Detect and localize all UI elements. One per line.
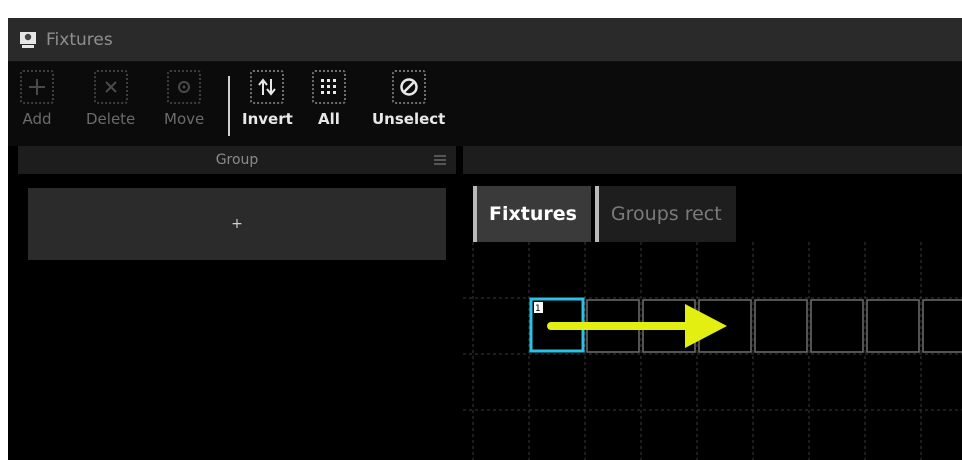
fixture-cell[interactable] [810, 299, 864, 353]
unselect-label: Unselect [372, 110, 446, 128]
plus-icon [20, 70, 54, 104]
fixtures-window: Fixtures Add Delete Move Invert All Unse… [8, 18, 962, 460]
add-label: Add [22, 110, 52, 128]
fixture-icon [18, 30, 38, 50]
all-label: All [318, 110, 340, 128]
invert-label: Invert [242, 110, 293, 128]
delete-button[interactable]: Delete [86, 70, 135, 138]
title-bar: Fixtures [8, 18, 962, 62]
fixture-number: 1 [535, 304, 541, 314]
unselect-icon [391, 70, 426, 104]
all-button[interactable]: All [312, 70, 346, 138]
fixture-cell[interactable] [754, 299, 808, 353]
group-panel: Group + [18, 146, 456, 460]
add-group-button[interactable]: + [28, 188, 446, 260]
invert-button[interactable]: Invert [242, 70, 293, 138]
fixture-view-panel: Fixtures Groups rect 1 [463, 146, 962, 460]
move-label: Move [164, 110, 205, 128]
tab-fixtures-label: Fixtures [489, 203, 577, 225]
select-all-icon [312, 70, 346, 104]
window-title: Fixtures [46, 29, 113, 50]
move-button[interactable]: Move [164, 70, 204, 138]
toolbar: Add Delete Move Invert All Unselect [8, 62, 962, 146]
group-panel-header: Group [18, 146, 456, 174]
fixture-cell[interactable] [922, 299, 962, 353]
fixture-grid[interactable]: 1 [463, 242, 962, 460]
fixture-cell[interactable] [866, 299, 920, 353]
invert-arrows-icon [250, 70, 285, 104]
unselect-button[interactable]: Unselect [372, 70, 445, 138]
move-icon [167, 70, 202, 104]
tab-groups-rect-label: Groups rect [610, 203, 722, 225]
tab-groups-rect[interactable]: Groups rect [594, 186, 736, 242]
view-panel-header [463, 146, 962, 174]
x-icon [93, 70, 128, 104]
fixture-grid-canvas: 1 [463, 242, 962, 460]
add-group-label: + [231, 216, 243, 232]
view-tabs: Fixtures Groups rect [473, 186, 740, 242]
group-header-label: Group [215, 152, 259, 168]
delete-label: Delete [86, 110, 136, 128]
menu-icon[interactable] [434, 155, 446, 165]
add-button[interactable]: Add [20, 70, 54, 138]
tab-fixtures[interactable]: Fixtures [473, 186, 591, 242]
toolbar-separator [228, 76, 230, 136]
